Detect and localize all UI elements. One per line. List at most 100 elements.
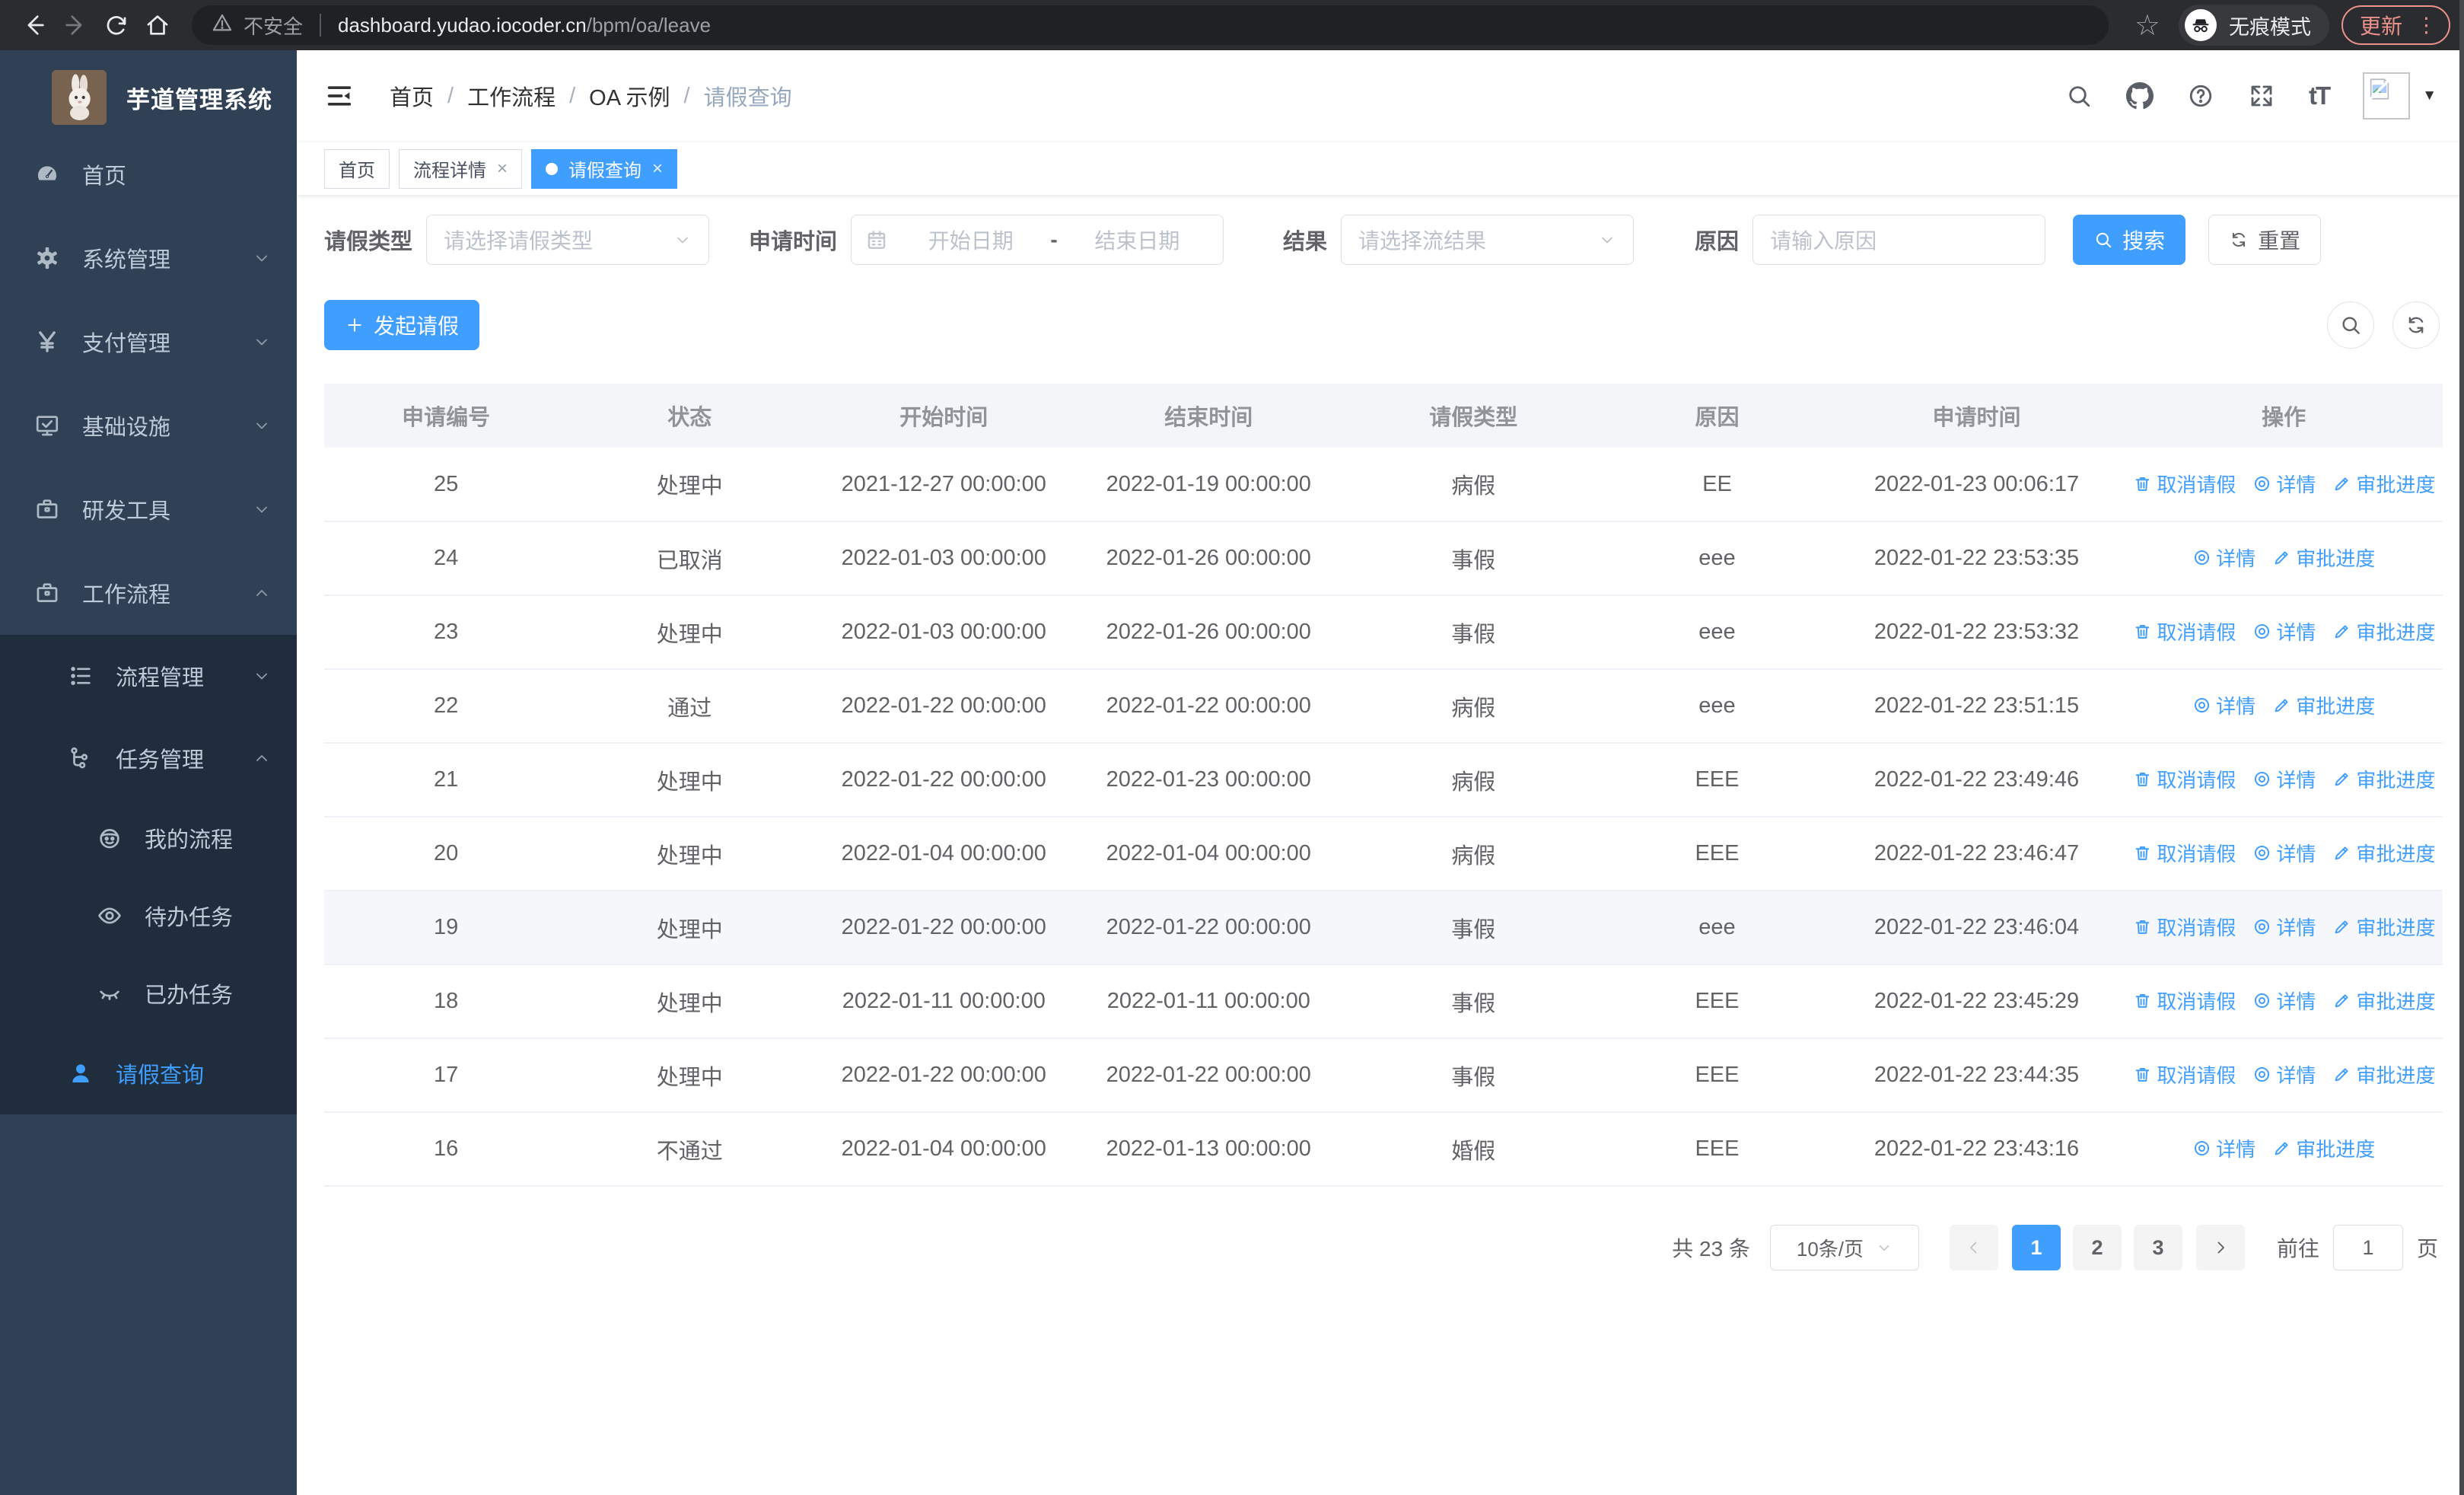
- action-progress-link[interactable]: 审批进度: [2332, 839, 2435, 867]
- toggle-search-button[interactable]: [2327, 301, 2374, 349]
- url-domain: dashboard.yudao.iocoder.cn: [338, 13, 587, 37]
- navbar-actions: tT ▼: [2065, 72, 2437, 120]
- action-detail-link[interactable]: 详情: [2252, 987, 2316, 1015]
- action-detail-link[interactable]: 详情: [2252, 765, 2316, 793]
- prev-page-button[interactable]: [1949, 1225, 1998, 1270]
- reload-icon[interactable]: [96, 5, 137, 46]
- goto-label: 前往: [2276, 1237, 2319, 1261]
- incognito-badge: 无痕模式: [2178, 5, 2329, 46]
- avatar[interactable]: [2363, 72, 2411, 120]
- sidebar-item-待办任务[interactable]: 待办任务: [0, 877, 297, 955]
- breadcrumb-item[interactable]: 首页: [390, 80, 434, 112]
- action-detail-link[interactable]: 详情: [2252, 1060, 2316, 1089]
- sidebar-item-研发工具[interactable]: 研发工具: [0, 467, 297, 551]
- action-progress-link[interactable]: 审批进度: [2272, 543, 2375, 572]
- action-detail-link[interactable]: 详情: [2252, 617, 2316, 645]
- app-logo-row[interactable]: 芋道管理系统: [0, 50, 297, 132]
- action-progress-link[interactable]: 审批进度: [2332, 765, 2435, 793]
- sidebar-item-label: 研发工具: [82, 499, 171, 524]
- breadcrumb-separator: /: [447, 83, 454, 108]
- trash-icon: [2133, 917, 2152, 936]
- action-detail-link[interactable]: 详情: [2252, 470, 2316, 498]
- action-detail-link[interactable]: 详情: [2252, 839, 2316, 867]
- tab-请假查询[interactable]: 请假查询 ×: [531, 148, 678, 189]
- action-cancel-link[interactable]: 取消请假: [2133, 839, 2236, 867]
- search-icon[interactable]: [2065, 82, 2093, 110]
- browser-update-chip[interactable]: 更新 ⋮: [2341, 5, 2450, 45]
- tab-close-icon[interactable]: ×: [652, 158, 663, 180]
- leave-type-select[interactable]: 请选择请假类型: [426, 215, 710, 265]
- sidebar-item-流程管理[interactable]: 流程管理: [0, 635, 297, 717]
- column-header: 结束时间: [1076, 384, 1342, 448]
- action-cancel-link[interactable]: 取消请假: [2133, 765, 2236, 793]
- page-size-select[interactable]: 10条/页: [1769, 1225, 1919, 1270]
- tab-label: 首页: [339, 161, 375, 181]
- action-cancel-link[interactable]: 取消请假: [2133, 470, 2236, 498]
- sidebar-item-支付管理[interactable]: 支付管理: [0, 300, 297, 384]
- back-icon[interactable]: [14, 5, 55, 46]
- next-page-button[interactable]: [2195, 1225, 2245, 1270]
- action-cancel-link[interactable]: 取消请假: [2133, 913, 2236, 941]
- font-size-icon[interactable]: tT: [2309, 81, 2331, 110]
- create-leave-button[interactable]: 发起请假: [324, 300, 480, 350]
- tab-首页[interactable]: 首页: [324, 148, 390, 189]
- result-select[interactable]: 请选择流结果: [1341, 215, 1635, 265]
- action-progress-link[interactable]: 审批进度: [2332, 1060, 2435, 1089]
- fullscreen-icon[interactable]: [2248, 82, 2275, 110]
- action-label: 取消请假: [2157, 621, 2236, 644]
- action-detail-link[interactable]: 详情: [2192, 543, 2255, 572]
- chevron-down-icon: [1876, 1239, 1893, 1256]
- goto-page-input[interactable]: 1: [2332, 1225, 2403, 1270]
- breadcrumb-item[interactable]: OA 示例: [589, 80, 670, 112]
- bookmark-star-icon[interactable]: ☆: [2122, 8, 2173, 43]
- trash-icon: [2133, 474, 2152, 493]
- apply-time-range-picker[interactable]: 开始日期 - 结束日期: [851, 215, 1224, 265]
- page-button-1[interactable]: 1: [2011, 1225, 2061, 1270]
- pen-icon: [2272, 1139, 2291, 1158]
- page-button-2[interactable]: 2: [2072, 1225, 2122, 1270]
- sidebar-item-任务管理[interactable]: 任务管理: [0, 717, 297, 799]
- action-progress-link[interactable]: 审批进度: [2332, 617, 2435, 645]
- cell-applied: 2022-01-22 23:43:16: [1828, 1112, 2125, 1187]
- user-menu[interactable]: ▼: [2363, 72, 2437, 120]
- sidebar-item-请假查询[interactable]: 请假查询: [0, 1032, 297, 1114]
- browser-menu-icon[interactable]: ⋮: [2416, 14, 2437, 37]
- action-detail-link[interactable]: 详情: [2192, 691, 2255, 719]
- chevron-down-icon: [1598, 231, 1616, 249]
- action-detail-link[interactable]: 详情: [2192, 1134, 2255, 1162]
- reset-button[interactable]: 重置: [2208, 215, 2322, 265]
- tab-流程详情[interactable]: 流程详情 ×: [399, 148, 523, 189]
- action-cancel-link[interactable]: 取消请假: [2133, 987, 2236, 1015]
- github-icon[interactable]: [2126, 82, 2154, 110]
- cell-status: 处理中: [568, 964, 812, 1039]
- date-range-separator: -: [1050, 228, 1058, 251]
- action-progress-link[interactable]: 审批进度: [2332, 913, 2435, 941]
- action-cancel-link[interactable]: 取消请假: [2133, 617, 2236, 645]
- reason-input[interactable]: 请输入原因: [1752, 215, 2046, 265]
- sidebar-item-我的流程[interactable]: 我的流程: [0, 799, 297, 877]
- sidebar-item-首页[interactable]: 首页: [0, 132, 297, 216]
- scrollbar[interactable]: [2459, 0, 2464, 1495]
- sidebar-item-基础设施[interactable]: 基础设施: [0, 384, 297, 467]
- cell-status: 处理中: [568, 1038, 812, 1113]
- refresh-table-button[interactable]: [2392, 301, 2440, 349]
- action-detail-link[interactable]: 详情: [2252, 913, 2316, 941]
- sidebar-item-工作流程[interactable]: 工作流程: [0, 551, 297, 635]
- sidebar-item-系统管理[interactable]: 系统管理: [0, 216, 297, 300]
- action-progress-link[interactable]: 审批进度: [2332, 470, 2435, 498]
- tab-close-icon[interactable]: ×: [497, 158, 508, 180]
- breadcrumb-item[interactable]: 工作流程: [467, 80, 556, 112]
- page-button-3[interactable]: 3: [2133, 1225, 2182, 1270]
- action-cancel-link[interactable]: 取消请假: [2133, 1060, 2236, 1089]
- cell-id: 19: [324, 891, 568, 965]
- sidebar-item-已办任务[interactable]: 已办任务: [0, 955, 297, 1032]
- home-icon[interactable]: [137, 5, 178, 46]
- action-progress-link[interactable]: 审批进度: [2272, 1134, 2375, 1162]
- address-bar[interactable]: 不安全 dashboard.yudao.iocoder.cn/bpm/oa/le…: [192, 5, 2109, 45]
- cell-start: 2022-01-03 00:00:00: [811, 521, 1077, 596]
- search-button[interactable]: 搜索: [2073, 215, 2186, 265]
- help-icon[interactable]: [2187, 82, 2214, 110]
- action-progress-link[interactable]: 审批进度: [2332, 987, 2435, 1015]
- sidebar-collapse-icon[interactable]: [324, 81, 355, 111]
- action-progress-link[interactable]: 审批进度: [2272, 691, 2375, 719]
